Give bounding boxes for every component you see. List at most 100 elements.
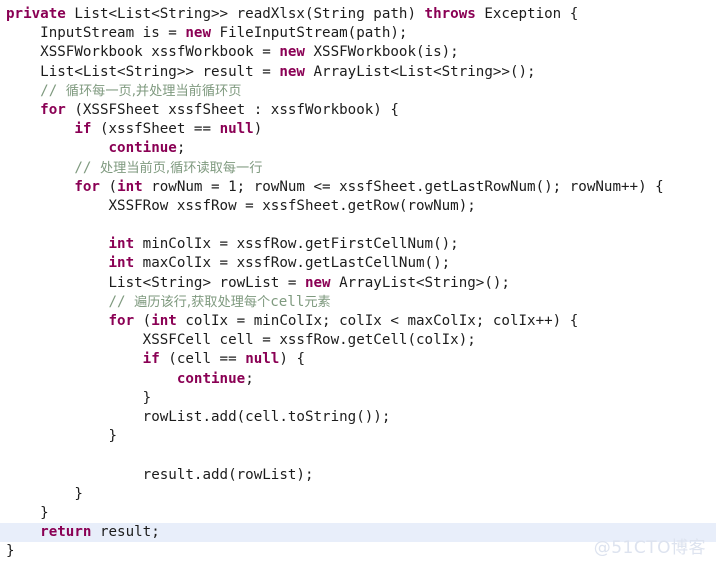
code-comment: //: [40, 82, 66, 99]
code-line[interactable]: if (xssfSheet == null): [0, 120, 716, 139]
code-keyword: int: [108, 255, 135, 272]
code-token: XSSFRow xssfRow = xssfSheet.getRow(rowNu…: [108, 197, 476, 214]
code-line[interactable]: // 遍历该行,获取处理每个cell元素: [0, 293, 716, 312]
code-line[interactable]: }: [0, 389, 716, 408]
code-line[interactable]: int maxColIx = xssfRow.getLastCellNum();: [0, 254, 716, 273]
code-token: Exception {: [475, 6, 579, 22]
code-keyword: continue: [176, 370, 246, 387]
code-token: }: [6, 543, 15, 560]
code-line[interactable]: for (int colIx = minColIx; colIx < maxCo…: [0, 312, 716, 331]
code-line[interactable]: }: [0, 504, 716, 523]
code-token: rowList.add(cell.toString());: [142, 408, 391, 425]
code-token: (XSSFSheet xssfSheet : xssfWorkbook) {: [65, 101, 399, 118]
code-keyword: if: [142, 351, 160, 368]
code-keyword: for: [108, 313, 135, 329]
code-keyword: null: [219, 121, 254, 138]
code-token: }: [74, 485, 83, 502]
code-token: }: [142, 389, 152, 406]
code-line[interactable]: [0, 216, 716, 235]
code-comment-cjk: 遍历该行,获取处理每个: [134, 294, 271, 310]
code-line[interactable]: List<List<String>> result = new ArrayLis…: [0, 63, 716, 82]
code-token: (cell ==: [159, 351, 246, 368]
code-line[interactable]: result.add(rowList);: [0, 466, 716, 485]
code-keyword: if: [74, 121, 92, 138]
code-line[interactable]: continue;: [0, 139, 716, 158]
code-line[interactable]: InputStream is = new FileInputStream(pat…: [0, 24, 716, 43]
code-keyword: return: [40, 524, 92, 541]
code-token: XSSFCell cell = xssfRow.getCell(colIx);: [142, 332, 476, 349]
code-keyword: new: [304, 274, 331, 291]
code-token: FileInputStream(path);: [211, 25, 408, 42]
code-token: result;: [91, 524, 160, 541]
code-line[interactable]: for (XSSFSheet xssfSheet : xssfWorkbook)…: [0, 101, 716, 120]
code-line[interactable]: XSSFWorkbook xssfWorkbook = new XSSFWork…: [0, 43, 716, 62]
code-token: ArrayList<String>();: [330, 274, 510, 291]
code-viewer[interactable]: private List<List<String>> readXlsx(Stri…: [0, 0, 716, 568]
code-token: InputStream is =: [40, 25, 186, 42]
code-keyword: new: [185, 25, 212, 42]
code-line[interactable]: int minColIx = xssfRow.getFirstCellNum()…: [0, 235, 716, 254]
code-token: (: [99, 178, 118, 195]
code-line[interactable]: if (cell == null) {: [0, 350, 716, 369]
code-line[interactable]: continue;: [0, 370, 716, 389]
code-keyword: for: [40, 101, 66, 118]
code-token: List<List<String>> result =: [40, 63, 280, 80]
code-line[interactable]: private List<List<String>> readXlsx(Stri…: [0, 5, 716, 24]
code-keyword: new: [279, 63, 305, 80]
code-keyword: null: [245, 351, 280, 368]
code-token: ;: [245, 370, 254, 387]
code-token: XSSFWorkbook(is);: [304, 44, 459, 61]
code-line[interactable]: for (int rowNum = 1; rowNum <= xssfSheet…: [0, 178, 716, 197]
code-token: ): [253, 121, 263, 138]
code-token: colIx = minColIx; colIx < maxColIx; colI…: [176, 313, 579, 329]
code-line[interactable]: List<String> rowList = new ArrayList<Str…: [0, 274, 716, 293]
code-keyword: private: [6, 6, 66, 22]
code-line[interactable]: XSSFRow xssfRow = xssfSheet.getRow(rowNu…: [0, 197, 716, 216]
code-line[interactable]: }: [0, 485, 716, 504]
code-token: result.add(rowList);: [142, 466, 314, 483]
code-line[interactable]: XSSFCell cell = xssfRow.getCell(colIx);: [0, 331, 716, 350]
code-token: maxColIx = xssfRow.getLastCellNum();: [134, 255, 451, 272]
code-token: }: [40, 504, 49, 521]
code-line[interactable]: // 处理当前页,循环读取每一行: [0, 159, 716, 178]
code-token: }: [108, 428, 118, 445]
code-comment-cjk: 元素: [304, 294, 331, 310]
code-keyword: int: [117, 178, 143, 195]
code-comment-cjk: 处理当前页,循环读取每一行: [99, 160, 263, 176]
code-comment-cjk: 循环每一页,并处理当前循环页: [65, 83, 242, 99]
code-line[interactable]: [0, 446, 716, 465]
code-line[interactable]: // 循环每一页,并处理当前循环页: [0, 82, 716, 101]
code-comment: cell: [270, 293, 305, 310]
code-keyword: for: [74, 178, 100, 195]
code-token: minColIx = xssfRow.getFirstCellNum();: [134, 236, 459, 253]
code-keyword: int: [151, 313, 177, 329]
code-line[interactable]: rowList.add(cell.toString());: [0, 408, 716, 427]
code-lines-container[interactable]: private List<List<String>> readXlsx(Stri…: [0, 5, 716, 561]
code-line[interactable]: }: [0, 427, 716, 446]
code-token: (xssfSheet ==: [91, 121, 220, 138]
site-watermark: @51CTO博客: [593, 538, 706, 558]
code-keyword: throws: [424, 6, 476, 22]
code-token: (: [134, 313, 152, 329]
code-token: ;: [176, 140, 186, 157]
code-comment: //: [108, 293, 135, 310]
